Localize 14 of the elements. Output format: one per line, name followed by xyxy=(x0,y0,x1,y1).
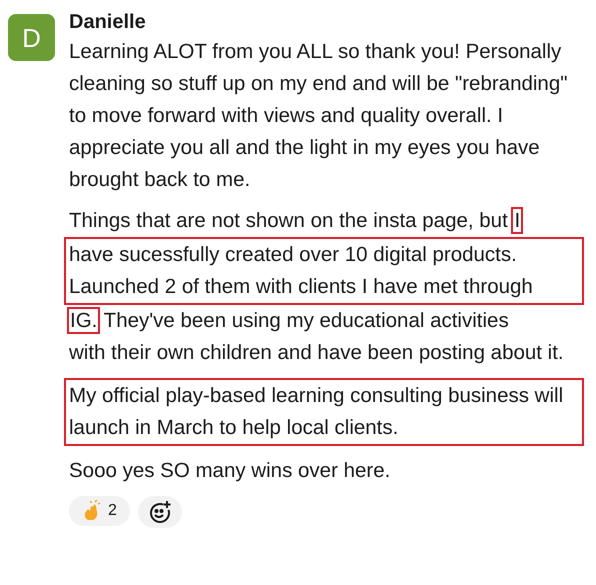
message-text: They've been using my educational activities xyxy=(104,309,509,332)
highlighted-text: My official play-based learning consulting business will launch in March to help local clients. xyxy=(64,378,584,446)
message-text: with their own children and have been posting about it. xyxy=(69,340,565,366)
reaction-button[interactable]: 2 xyxy=(69,496,130,526)
author-name[interactable]: Danielle xyxy=(69,8,579,36)
add-emoji-icon xyxy=(148,500,172,524)
message-text: Learning ALOT from you ALL so thank you! Personally cleaning so stuff up on my end and will be "rebranding" to move forward with views and quality overall. I appreciate you all and the light in my eyes you have brought back to me. xyxy=(69,39,569,193)
hand-icon xyxy=(82,500,102,522)
highlighted-text: I xyxy=(513,209,522,232)
message-text: Things that are not shown on the insta page, but xyxy=(69,209,508,232)
add-reaction-button[interactable] xyxy=(138,496,182,528)
message-text: Sooo yes SO many wins over here. xyxy=(69,458,392,484)
highlighted-text: have sucessfully created over 10 digital products. Launched 2 of them with clients I have met through xyxy=(64,237,584,305)
highlighted-text: IG. xyxy=(69,309,98,332)
